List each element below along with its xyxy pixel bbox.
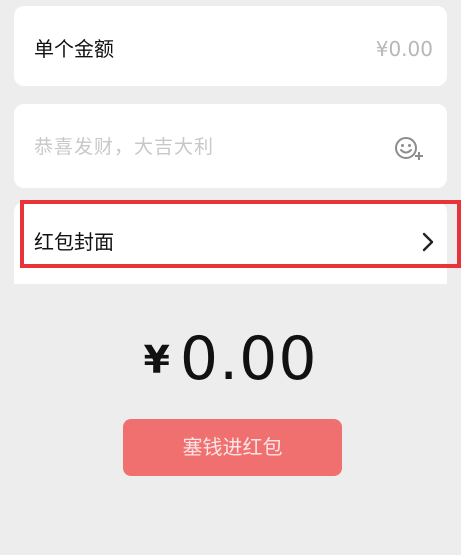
greeting-input[interactable]: 恭喜发财，大吉大利 <box>34 135 214 159</box>
currency-symbol: ¥ <box>143 338 170 382</box>
submit-button[interactable]: 塞钱进红包 <box>123 419 342 476</box>
cover-row[interactable]: 红包封面 <box>14 202 447 284</box>
total-amount: ¥0.00 <box>0 324 461 404</box>
emoji-add-icon[interactable] <box>393 134 425 162</box>
amount-row[interactable]: 单个金额 ¥0.00 <box>14 6 447 86</box>
amount-input[interactable]: ¥0.00 <box>376 37 433 61</box>
total-value: 0.00 <box>179 324 318 394</box>
greeting-row[interactable]: 恭喜发财，大吉大利 <box>14 104 447 188</box>
chevron-right-icon <box>421 231 435 253</box>
cover-label: 红包封面 <box>34 230 114 254</box>
amount-label: 单个金额 <box>34 37 114 61</box>
